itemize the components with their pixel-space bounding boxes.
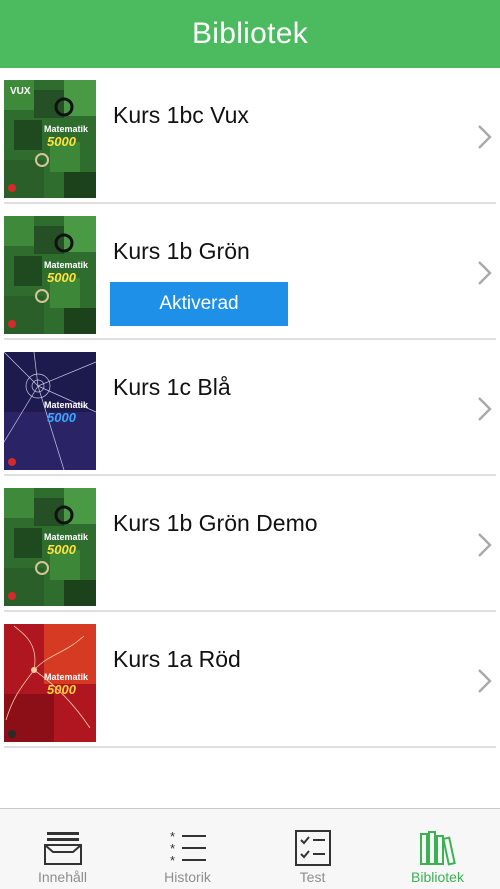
cover-number: 5000: [47, 134, 77, 149]
cover-title: Matematik: [44, 124, 89, 134]
tab-test[interactable]: Test: [250, 809, 375, 889]
tab-label: Test: [299, 869, 326, 885]
library-item[interactable]: Matematik 5000 Kurs 1b Grön Demo: [0, 476, 500, 612]
book-cover-image: Matematik 5000: [4, 488, 96, 606]
cover-title: Matematik: [44, 400, 89, 410]
chevron-right-icon: [478, 669, 492, 693]
tray-icon: [43, 832, 82, 865]
library-item[interactable]: Matematik 5000 Kurs 1a Röd: [0, 612, 500, 748]
item-title: Kurs 1c Blå: [113, 374, 231, 400]
library-list: VUX Matematik 5000 Kurs 1bc Vux Matemati…: [0, 68, 500, 748]
chevron-right-icon: [478, 125, 492, 149]
tab-historik[interactable]: * * * Historik: [125, 809, 250, 889]
activated-badge[interactable]: Aktiverad: [110, 282, 288, 326]
book-cover-image: Matematik 5000: [4, 624, 96, 742]
library-item[interactable]: Matematik 5000 Kurs 1c Blå: [0, 340, 500, 476]
item-title: Kurs 1bc Vux: [113, 102, 249, 128]
nav-bar: Bibliotek: [0, 0, 500, 68]
cover-title: Matematik: [44, 532, 89, 542]
book-cover-image: VUX Matematik 5000: [4, 80, 96, 198]
svg-text:*: *: [170, 853, 175, 866]
library-item[interactable]: VUX Matematik 5000 Kurs 1bc Vux: [0, 68, 500, 204]
tab-bibliotek[interactable]: Bibliotek: [375, 809, 500, 889]
chevron-right-icon: [478, 397, 492, 421]
item-title: Kurs 1b Grön Demo: [113, 510, 318, 536]
item-title: Kurs 1b Grön: [113, 238, 250, 264]
item-title: Kurs 1a Röd: [113, 646, 241, 672]
tab-label: Innehåll: [37, 869, 88, 885]
tab-label: Historik: [164, 869, 211, 885]
cover-title: Matematik: [44, 260, 89, 270]
page-title: Bibliotek: [191, 17, 309, 50]
tab-bar: Innehåll * * * Historik Test Bibliotek: [0, 808, 500, 889]
chevron-right-icon: [478, 261, 492, 285]
tab-label: Bibliotek: [411, 869, 464, 885]
library-item[interactable]: Matematik 5000 Kurs 1b Grön Aktiverad: [0, 204, 500, 340]
cover-number: 5000: [47, 410, 77, 425]
cover-number: 5000: [47, 682, 77, 697]
checklist-icon: [294, 830, 331, 866]
list-icon: * * *: [170, 830, 206, 866]
cover-badge: VUX: [10, 86, 31, 97]
book-cover-image: Matematik 5000: [4, 216, 96, 334]
chevron-right-icon: [478, 533, 492, 557]
tab-innehall[interactable]: Innehåll: [0, 809, 125, 889]
cover-number: 5000: [47, 542, 77, 557]
cover-title: Matematik: [44, 672, 89, 682]
cover-number: 5000: [47, 270, 77, 285]
book-cover-image: Matematik 5000: [4, 352, 96, 470]
books-icon: [419, 831, 456, 866]
